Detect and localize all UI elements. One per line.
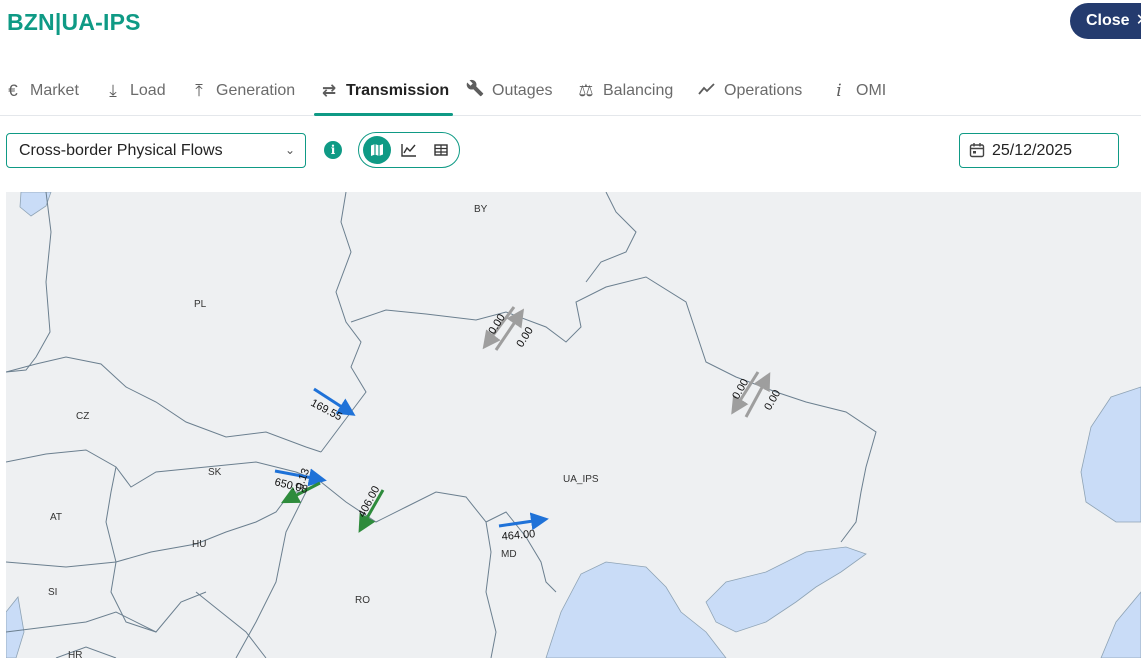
info-icon[interactable]: i [324,141,342,159]
tab-operations[interactable]: Operations [698,66,802,115]
country-label-ua: UA_IPS [563,474,599,485]
dataset-select-value: Cross-border Physical Flows [19,142,223,159]
close-icon: ✕ [1136,12,1141,29]
trend-line-icon [698,81,716,101]
country-label-hr: HR [68,650,82,658]
map-view-button[interactable] [363,136,391,164]
table-view-button[interactable] [427,136,455,164]
tab-balancing[interactable]: ⚖ Balancing [577,66,673,115]
close-label: Close [1086,12,1130,29]
scale-icon: ⚖ [578,80,594,100]
country-label-cz: CZ [76,411,89,422]
flow-label-by-in: 0.00 [486,312,508,337]
country-label-ro: RO [355,595,370,606]
date-value: 25/12/2025 [992,142,1073,159]
country-label-hu: HU [192,539,206,550]
flow-label-hu: 406.00 [356,484,382,519]
tab-label: OMI [856,81,887,99]
map-icon [371,144,383,156]
country-label-sk: SK [208,467,222,478]
chart-view-button[interactable] [395,136,423,164]
tab-label: Operations [724,81,803,99]
wrench-icon [466,79,484,102]
dataset-select[interactable]: Cross-border Physical Flows ⌄ [6,133,306,168]
flow-label-md: 464.00 [501,528,536,543]
flow-label-ru-out: 0.00 [762,388,783,413]
tab-generation[interactable]: ⤒ Generation [190,66,295,115]
table-icon [434,144,448,156]
view-mode-toggle [358,132,460,168]
map-canvas: BY PL CZ SK AT HU SI HR RO MD UA_IPS 0.0… [6,192,1141,658]
flow-map[interactable]: BY PL CZ SK AT HU SI HR RO MD UA_IPS 0.0… [6,192,1141,658]
country-label-md: MD [501,549,517,560]
calendar-icon [969,143,985,158]
water-bodies [6,192,1141,658]
country-label-by: BY [474,204,488,215]
page-title: BZN|UA-IPS [7,9,141,35]
upload-icon: ⤒ [195,80,203,100]
line-chart-icon [401,144,416,157]
tab-transmission[interactable]: ⇄ Transmission [313,66,454,116]
tab-label: Generation [216,81,296,99]
euro-icon: € [8,80,18,100]
tab-label: Load [130,81,166,99]
date-picker[interactable]: 25/12/2025 [959,133,1119,168]
swap-arrows-icon: ⇄ [321,80,337,100]
tab-load[interactable]: ⤓ Load [104,66,166,115]
tab-omi[interactable]: i OMI [830,66,886,115]
tab-label: Balancing [603,81,674,99]
country-label-at: AT [50,512,62,523]
flow-label-by-out: 0.00 [514,325,536,350]
country-label-si: SI [48,587,57,598]
flow-arrow-md[interactable] [498,512,549,531]
tab-outages[interactable]: Outages [466,66,552,115]
tab-label: Market [30,81,79,99]
tab-label: Outages [492,81,553,99]
tab-market[interactable]: € Market [4,66,79,115]
tab-label: Transmission [346,81,450,99]
info-italic-icon: i [836,80,842,101]
close-button[interactable]: Close ✕ [1070,3,1141,39]
chevron-down-icon: ⌄ [284,143,295,157]
flow-label-pl: 169.55 [309,397,344,423]
tab-bar: € Market ⤓ Load ⤒ Generation ⇄ Transmission … [0,66,1141,116]
country-label-pl: PL [194,299,207,310]
download-icon: ⤓ [109,80,117,100]
